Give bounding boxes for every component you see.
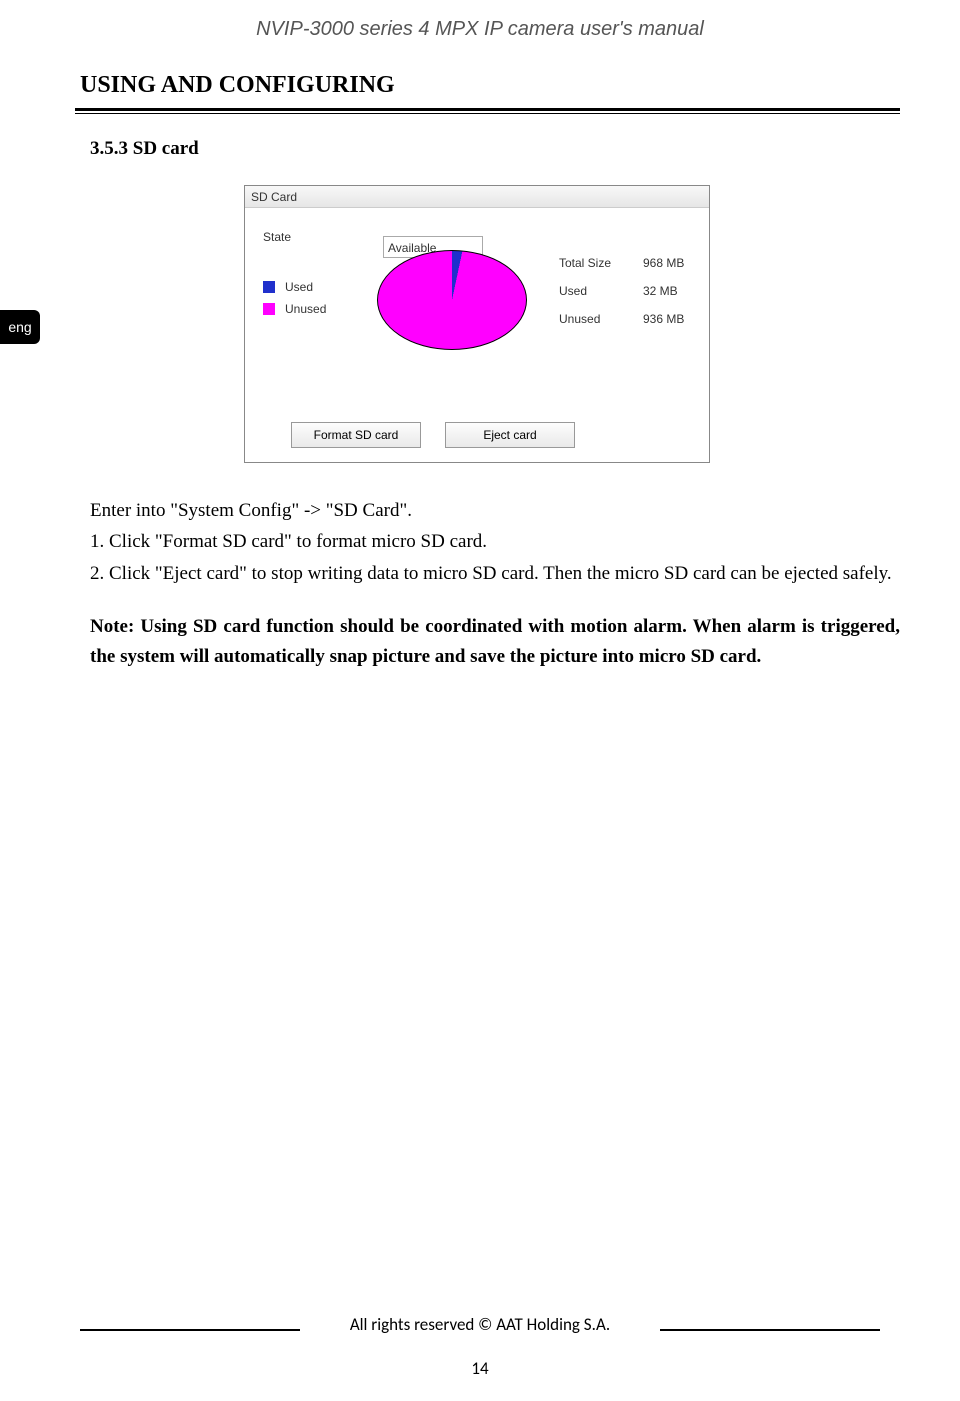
legend-swatch-used: [263, 281, 275, 293]
page-number: 14: [0, 1358, 960, 1379]
instruction-p1: 1. Click "Format SD card" to format micr…: [90, 527, 900, 556]
legend-used-label: Used: [285, 280, 313, 294]
instruction-text: Enter into "System Config" -> "SD Card".…: [90, 496, 900, 673]
subsection-heading: 3.5.3 SD card: [90, 138, 199, 160]
pie-chart: [377, 250, 547, 350]
sdcard-legend-column: State Used Unused: [263, 226, 355, 350]
stats-used-label: Used: [559, 284, 617, 298]
language-tab: eng: [0, 310, 40, 344]
format-sdcard-button[interactable]: Format SD card: [291, 422, 421, 448]
legend-swatch-unused: [263, 303, 275, 315]
eject-card-button[interactable]: Eject card: [445, 422, 575, 448]
sdcard-panel-title: SD Card: [245, 186, 709, 208]
pie-chart-disc: [377, 250, 527, 350]
sdcard-stats: Total Size 968 MB Used 32 MB Unused 936 …: [559, 256, 691, 350]
stats-total-label: Total Size: [559, 256, 617, 270]
section-heading: USING AND CONFIGURING: [80, 72, 395, 99]
stats-total-value: 968 MB: [643, 256, 691, 270]
state-label: State: [263, 230, 291, 244]
sdcard-panel: SD Card Available State Used Unused: [244, 185, 710, 463]
instruction-p2: 2. Click "Eject card" to stop writing da…: [90, 559, 900, 588]
legend-unused-label: Unused: [285, 302, 326, 316]
stats-unused-value: 936 MB: [643, 312, 691, 326]
stats-used-value: 32 MB: [643, 284, 691, 298]
instruction-p0: Enter into "System Config" -> "SD Card".: [90, 496, 900, 525]
instruction-note: Note: Using SD card function should be c…: [90, 612, 900, 671]
stats-unused-label: Unused: [559, 312, 617, 326]
footer-copyright: All rights reserved © AAT Holding S.A.: [340, 1314, 620, 1335]
manual-header: NVIP-3000 series 4 MPX IP camera user's …: [0, 18, 960, 41]
legend-unused: Unused: [263, 302, 355, 316]
legend-used: Used: [263, 280, 355, 294]
heading-divider: [75, 108, 900, 114]
